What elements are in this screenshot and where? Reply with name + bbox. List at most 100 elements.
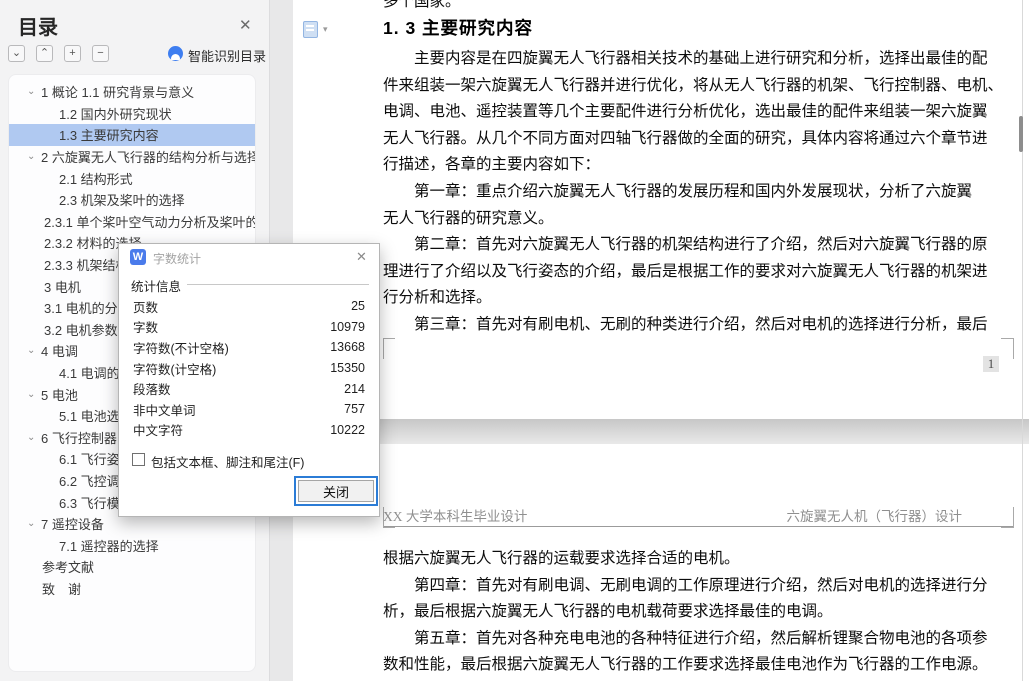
text-boundary-mark (1001, 338, 1014, 359)
statistics-row: 字符数(不计空格) 13668 (119, 337, 381, 358)
page1-partial-line: 多个国家。 (383, 0, 461, 10)
toc-collapse-up-button[interactable]: ⌃ (36, 45, 53, 62)
include-footnotes-checkbox[interactable] (132, 453, 145, 466)
paste-options-button[interactable]: ▾ (303, 20, 341, 38)
text-boundary-mark (383, 507, 395, 528)
stat-label: 字符数(计空格) (133, 362, 217, 377)
page2-body: 根据六旋翼无人飞行器的运载要求选择合适的电机。 第四章：首先对有刷电调、无刷电调… (383, 546, 1015, 679)
document-text-line: 根据六旋翼无人飞行器的运载要求选择合适的电机。 (383, 550, 740, 567)
toc-item[interactable]: ⌄ 致 谢 (9, 578, 255, 600)
toc-item[interactable]: ⌄ 2.1 结构形式 (9, 167, 255, 189)
chevron-down-icon[interactable]: ⌄ (27, 86, 41, 97)
toc-panel-title: 目录 (18, 17, 58, 39)
toc-item-label: 7 遥控设备 (41, 517, 104, 533)
chevron-down-icon[interactable]: ⌄ (27, 345, 41, 356)
stat-value: 13668 (330, 340, 365, 355)
scrollbar-thumb[interactable] (1019, 116, 1023, 152)
stat-value: 10222 (330, 422, 365, 437)
wps-window: 目录 ✕ ⌄ ⌃ + − 智能识别目录 ⌄ 1 概论 1.1 研究背景与意义 ⌄… (0, 0, 1029, 681)
section-rule (187, 284, 369, 285)
toc-item-label: 致 谢 (42, 581, 82, 597)
page-gap (271, 419, 1029, 444)
toc-item-label: 2 六旋翼无人飞行器的结构分析与选择 (41, 150, 256, 166)
page-number: 1 (983, 356, 999, 372)
toc-expand-all-button[interactable]: + (64, 45, 81, 62)
statistics-table: 页数 25 字数 10979 字符数(不计空格) 13668 字符数(计空格) … (119, 296, 381, 440)
smart-toc-button[interactable]: 智能识别目录 (188, 46, 266, 65)
toc-item-label: 1.2 国内外研究现状 (59, 106, 172, 122)
toc-item[interactable]: ⌄ 2 六旋翼无人飞行器的结构分析与选择 (9, 146, 255, 168)
paste-icon (303, 20, 318, 38)
toc-item-label: 参考文献 (42, 560, 95, 576)
toc-item[interactable]: ⌄ 2.3 机架及桨叶的选择 (9, 189, 255, 211)
close-button[interactable]: 关闭 (294, 476, 378, 506)
document-text-line: 无人飞行器。从几个不同方面对四轴飞行器做的全面的研究，具体内容将通过六个章节进 (383, 129, 988, 147)
dropdown-caret-icon: ▾ (323, 23, 328, 34)
toc-item[interactable]: ⌄ 1 概论 1.1 研究背景与意义 (9, 81, 255, 103)
stat-value: 214 (344, 381, 365, 396)
page-header-right: 六旋翼无人机（飞行器）设计 (786, 509, 963, 524)
chevron-down-icon[interactable]: ⌄ (27, 151, 41, 162)
toc-collapse-all-button[interactable]: − (92, 45, 109, 62)
stat-label: 字符数(不计空格) (133, 341, 229, 356)
statistics-row: 字符数(计空格) 15350 (119, 358, 381, 379)
chevron-down-icon[interactable]: ⌄ (27, 432, 41, 443)
document-text-line: 电调、电池、遥控装置等几个主要配件进行分析优化，选出最佳的配件来组装一架六旋翼 (383, 103, 988, 121)
toc-item-label: 1 概论 1.1 研究背景与意义 (41, 85, 195, 101)
page-header-rule (383, 526, 1013, 527)
document-text-line: 件来组装一架六旋翼无人飞行器并进行优化，将从无人飞行器的机架、飞行控制器、电机、 (383, 76, 1004, 94)
toc-item-label: 4 电调 (41, 344, 78, 360)
toc-item-label: 2.1 结构形式 (59, 171, 133, 187)
toc-item-label: 6 飞行控制器 (41, 430, 117, 446)
toc-item-label: 3 电机 (44, 279, 81, 295)
document-text-line: 理进行了介绍以及飞行姿态的介绍，最后是根据工作的要求对六旋翼无人飞行器的机架进 (383, 262, 988, 280)
toc-item-label: 1.3 主要研究内容 (59, 128, 159, 144)
stat-value: 757 (344, 402, 365, 417)
toc-item[interactable]: ⌄ 2.3.1 单个桨叶空气动力分析及桨叶的 ... (9, 211, 255, 233)
close-button-label: 关闭 (298, 480, 374, 502)
wps-logo-icon: W (130, 249, 146, 265)
toc-item[interactable]: ⌄ 参考文献 (9, 556, 255, 578)
document-text-line: 第一章：重点介绍六旋翼无人飞行器的发展历程和国内外发展现状，分析了六旋翼 (414, 182, 973, 200)
toc-item[interactable]: ⌄ 7.1 遥控器的选择 (9, 534, 255, 556)
include-footnotes-label: 包括文本框、脚注和尾注(F) (151, 456, 305, 470)
statistics-row: 非中文单词 757 (119, 399, 381, 420)
toc-expand-down-button[interactable]: ⌄ (8, 45, 25, 62)
toc-close-icon[interactable]: ✕ (239, 16, 252, 34)
document-text-line: 主要内容是在四旋翼无人飞行器相关技术的基础上进行研究和分析，选择出最佳的配 (414, 50, 988, 67)
statistics-row: 段落数 214 (119, 378, 381, 399)
page-header-left: XX 大学本科生毕业设计 (383, 509, 528, 524)
stat-label: 中文字符 (133, 424, 184, 439)
statistics-section-label: 统计信息 (131, 280, 182, 294)
statistics-row: 字数 10979 (119, 317, 381, 338)
stat-label: 非中文单词 (133, 403, 196, 418)
document-text-line: 行描述，各章的主要内容如下： (383, 156, 601, 174)
document-text-line: 第四章：首先对有刷电调、无刷电调的工作原理进行介绍，然后对电机的选择进行分 (414, 576, 988, 594)
document-page-1[interactable]: 多个国家。 1. 3 主要研究内容 主要内容是在四旋翼无人飞行器相关技术的基础上… (293, 0, 1029, 419)
document-page-2[interactable]: XX 大学本科生毕业设计 六旋翼无人机（飞行器）设计 根据六旋翼无人飞行器的运载… (293, 444, 1029, 681)
statistics-row: 中文字符 10222 (119, 420, 381, 441)
toc-item[interactable]: ⌄ 1.2 国内外研究现状 (9, 103, 255, 125)
toc-item-label: 2.3.1 单个桨叶空气动力分析及桨叶的 ... (44, 214, 256, 230)
smart-toc-robot-icon[interactable] (168, 46, 183, 61)
text-boundary-mark (383, 338, 395, 359)
stat-label: 页数 (133, 300, 159, 315)
toc-item-label: 2.3 机架及桨叶的选择 (59, 193, 185, 209)
chevron-down-icon[interactable]: ⌄ (27, 389, 41, 400)
document-text-line: 行分析和选择。 (383, 289, 492, 307)
toc-item[interactable]: ⌄ 1.3 主要研究内容 (9, 124, 255, 146)
stat-value: 25 (351, 299, 365, 314)
scrollbar-track[interactable] (1022, 0, 1023, 681)
stat-label: 段落数 (133, 383, 171, 398)
chevron-down-icon[interactable]: ⌄ (27, 518, 41, 529)
document-text-line: 析，最后根据六旋翼无人飞行器的电机载荷要求选择最佳的电调。 (383, 603, 833, 621)
stat-value: 15350 (330, 361, 365, 376)
dialog-close-icon[interactable]: ✕ (356, 249, 367, 265)
word-count-dialog: W 字数统计 ✕ 统计信息 页数 25 字数 10979 字符数(不计空格) 1… (118, 243, 380, 517)
document-text-line: 无人飞行器的研究意义。 (383, 209, 554, 227)
document-text-line: 第二章：首先对六旋翼无人飞行器的机架结构进行了介绍，然后对六旋翼飞行器的原 (414, 236, 988, 254)
statistics-row: 页数 25 (119, 296, 381, 317)
section-heading: 1. 3 主要研究内容 (383, 18, 534, 38)
toc-item-label: 5 电池 (41, 387, 78, 403)
stat-value: 10979 (330, 319, 365, 334)
